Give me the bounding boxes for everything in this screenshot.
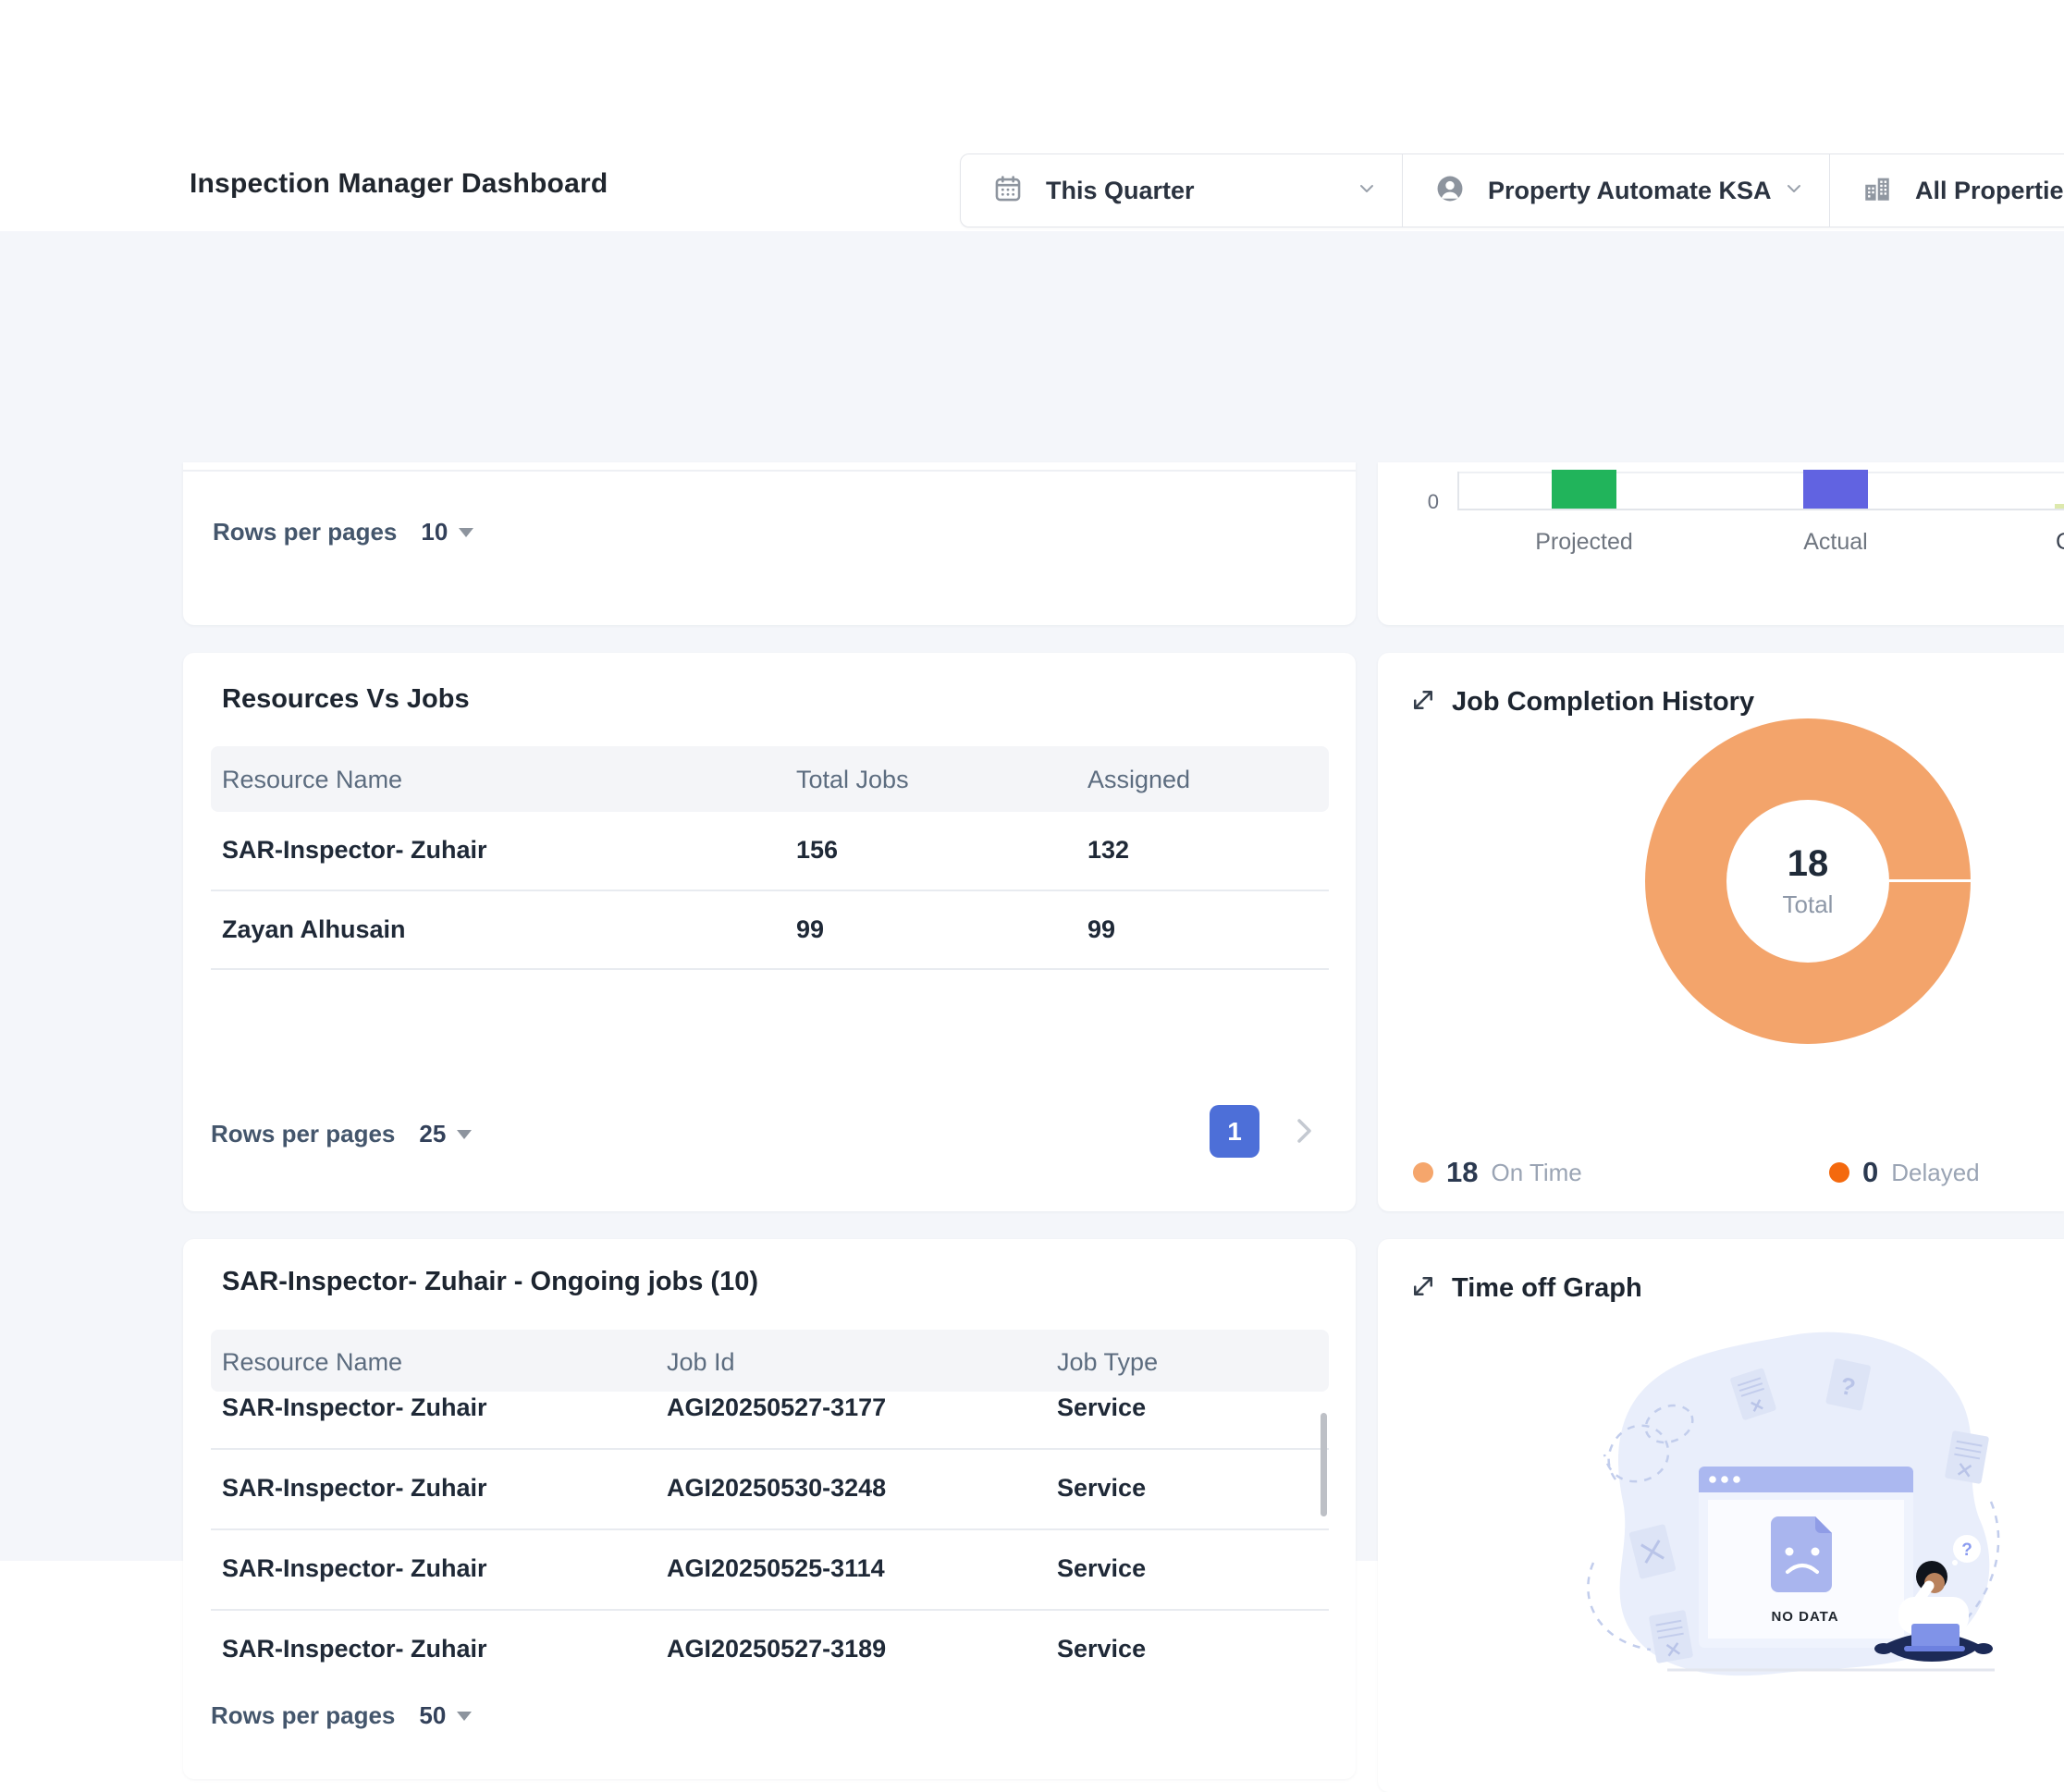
row-divider [211,1448,1329,1450]
rows-per-page-control[interactable]: Rows per pages 50 [211,1701,472,1730]
rows-per-page-value: 10 [421,518,448,546]
calendar-icon [992,173,1024,209]
y-axis-tick-zero: 0 [1404,490,1439,514]
page-number-button[interactable]: 1 [1210,1105,1259,1158]
period-filter-dropdown[interactable]: This Quarter [961,154,1402,227]
card-title: SAR-Inspector- Zuhair - Ongoing jobs (10… [222,1267,758,1297]
on-time-label: On Time [1491,1159,1581,1187]
donut-slice-divider [1889,879,1971,882]
buildings-icon [1861,173,1893,209]
delayed-value: 0 [1862,1156,1878,1189]
cell-resource-name: SAR-Inspector- Zuhair [222,1393,487,1422]
row-divider [211,968,1329,970]
divider [183,470,1356,472]
cell-resource-name: SAR-Inspector- Zuhair [222,1554,487,1583]
cell-resource-name: Zayan Alhusain [222,915,406,944]
card-title: Resources Vs Jobs [222,684,470,715]
chevron-down-icon [1783,178,1805,204]
col-total-jobs: Total Jobs [796,766,909,794]
caret-down-icon [459,528,473,537]
donut-total-value: 18 [1788,843,1829,885]
completion-donut-chart: 18 Total [1645,718,1971,1044]
no-data-illustration: ? [1558,1320,2021,1709]
row-divider [211,1609,1329,1611]
donut-center: 18 Total [1726,800,1889,963]
page-title: Inspection Manager Dashboard [190,168,608,200]
bar-projected [1552,470,1616,509]
cell-resource-name: SAR-Inspector- Zuhair [222,1474,487,1503]
rows-per-page-control[interactable]: Rows per pages 25 [211,1120,472,1148]
resources-vs-jobs-card: Resources Vs Jobs Resource Name Total Jo… [183,653,1356,1211]
col-resource-name: Resource Name [222,1348,402,1377]
cell-job-id: AGI20250527-3189 [667,1635,886,1663]
donut-total-label: Total [1783,890,1834,919]
filter-toolbar: This Quarter Property Automate KSA [960,153,2064,227]
rows-per-page-label: Rows per pages [213,518,397,546]
period-filter-value: This Quarter [1046,177,1195,205]
cell-total-jobs: 156 [796,836,838,865]
cell-job-type: Service [1057,1635,1146,1663]
card-title: Job Completion History [1452,687,1754,718]
caret-down-icon [457,1712,472,1721]
bar-label-actual: Actual [1762,529,1910,556]
legend-item-delayed: 0 Delayed [1829,1156,1980,1189]
row-divider [211,890,1329,891]
cell-job-id: AGI20250530-3248 [667,1474,886,1503]
cell-job-type: Service [1057,1554,1146,1583]
legend-item-on-time: 18 On Time [1413,1156,1582,1189]
chevron-down-icon [1356,178,1378,204]
expand-icon[interactable] [1409,686,1437,714]
cell-job-type: Service [1057,1474,1146,1503]
chart-x-axis [1457,509,2064,510]
on-time-dot-icon [1413,1162,1433,1183]
properties-filter-value: All Properties [1915,177,2064,205]
dashboard-content: Rows per pages 10 0 Projected Actual C R… [0,231,2064,1561]
on-time-value: 18 [1446,1156,1478,1189]
rows-per-page-label: Rows per pages [211,1701,395,1730]
time-off-graph-card: Time off Graph ? [1378,1239,2064,1792]
rows-per-page-value: 25 [419,1120,446,1148]
cell-assigned: 132 [1087,836,1129,865]
expand-icon[interactable] [1409,1272,1437,1300]
row-divider [211,1528,1329,1530]
rows-per-page-label: Rows per pages [211,1120,395,1148]
bar-label-clipped: C [2056,529,2064,556]
delayed-label: Delayed [1891,1159,1979,1187]
projected-vs-actual-chart-card-partial: 0 Projected Actual C [1378,462,2064,625]
job-completion-history-card: Job Completion History 18 Total 18 On Ti… [1378,653,2064,1211]
next-page-chevron[interactable] [1285,1112,1322,1149]
caret-down-icon [457,1130,472,1139]
jobs-summary-card-partial: Rows per pages 10 [183,462,1356,625]
bar-label-projected: Projected [1510,529,1658,556]
bar-actual [1803,470,1868,509]
organization-filter-value: Property Automate KSA [1488,177,1772,205]
header: Inspection Manager Dashboard This Quarte… [0,0,2064,231]
cell-job-id: AGI20250525-3114 [667,1554,885,1583]
cell-total-jobs: 99 [796,915,824,944]
cell-job-type: Service [1057,1393,1146,1422]
organization-filter-dropdown[interactable]: Property Automate KSA [1402,154,1829,227]
table-scrollbar-thumb[interactable] [1321,1413,1327,1516]
col-assigned: Assigned [1087,766,1190,794]
ongoing-jobs-card: SAR-Inspector- Zuhair - Ongoing jobs (10… [183,1239,1356,1779]
properties-filter-dropdown[interactable]: All Properties [1829,154,2064,227]
cell-resource-name: SAR-Inspector- Zuhair [222,836,487,865]
no-data-label: NO DATA [1771,1609,1838,1625]
col-job-id: Job Id [667,1348,735,1377]
card-title: Time off Graph [1452,1273,1642,1304]
cell-resource-name: SAR-Inspector- Zuhair [222,1635,487,1663]
user-icon [1434,173,1466,209]
rows-per-page-control[interactable]: Rows per pages 10 [213,518,473,546]
svg-text:?: ? [1961,1540,1972,1560]
bar-clipped [2055,504,2064,509]
col-resource-name: Resource Name [222,766,402,794]
delayed-dot-icon [1829,1162,1849,1183]
cell-job-id: AGI20250527-3177 [667,1393,886,1422]
cell-assigned: 99 [1087,915,1115,944]
rows-per-page-value: 50 [419,1701,446,1730]
col-job-type: Job Type [1057,1348,1158,1377]
chart-gridline [1457,472,2064,473]
chart-y-axis [1457,472,1459,510]
